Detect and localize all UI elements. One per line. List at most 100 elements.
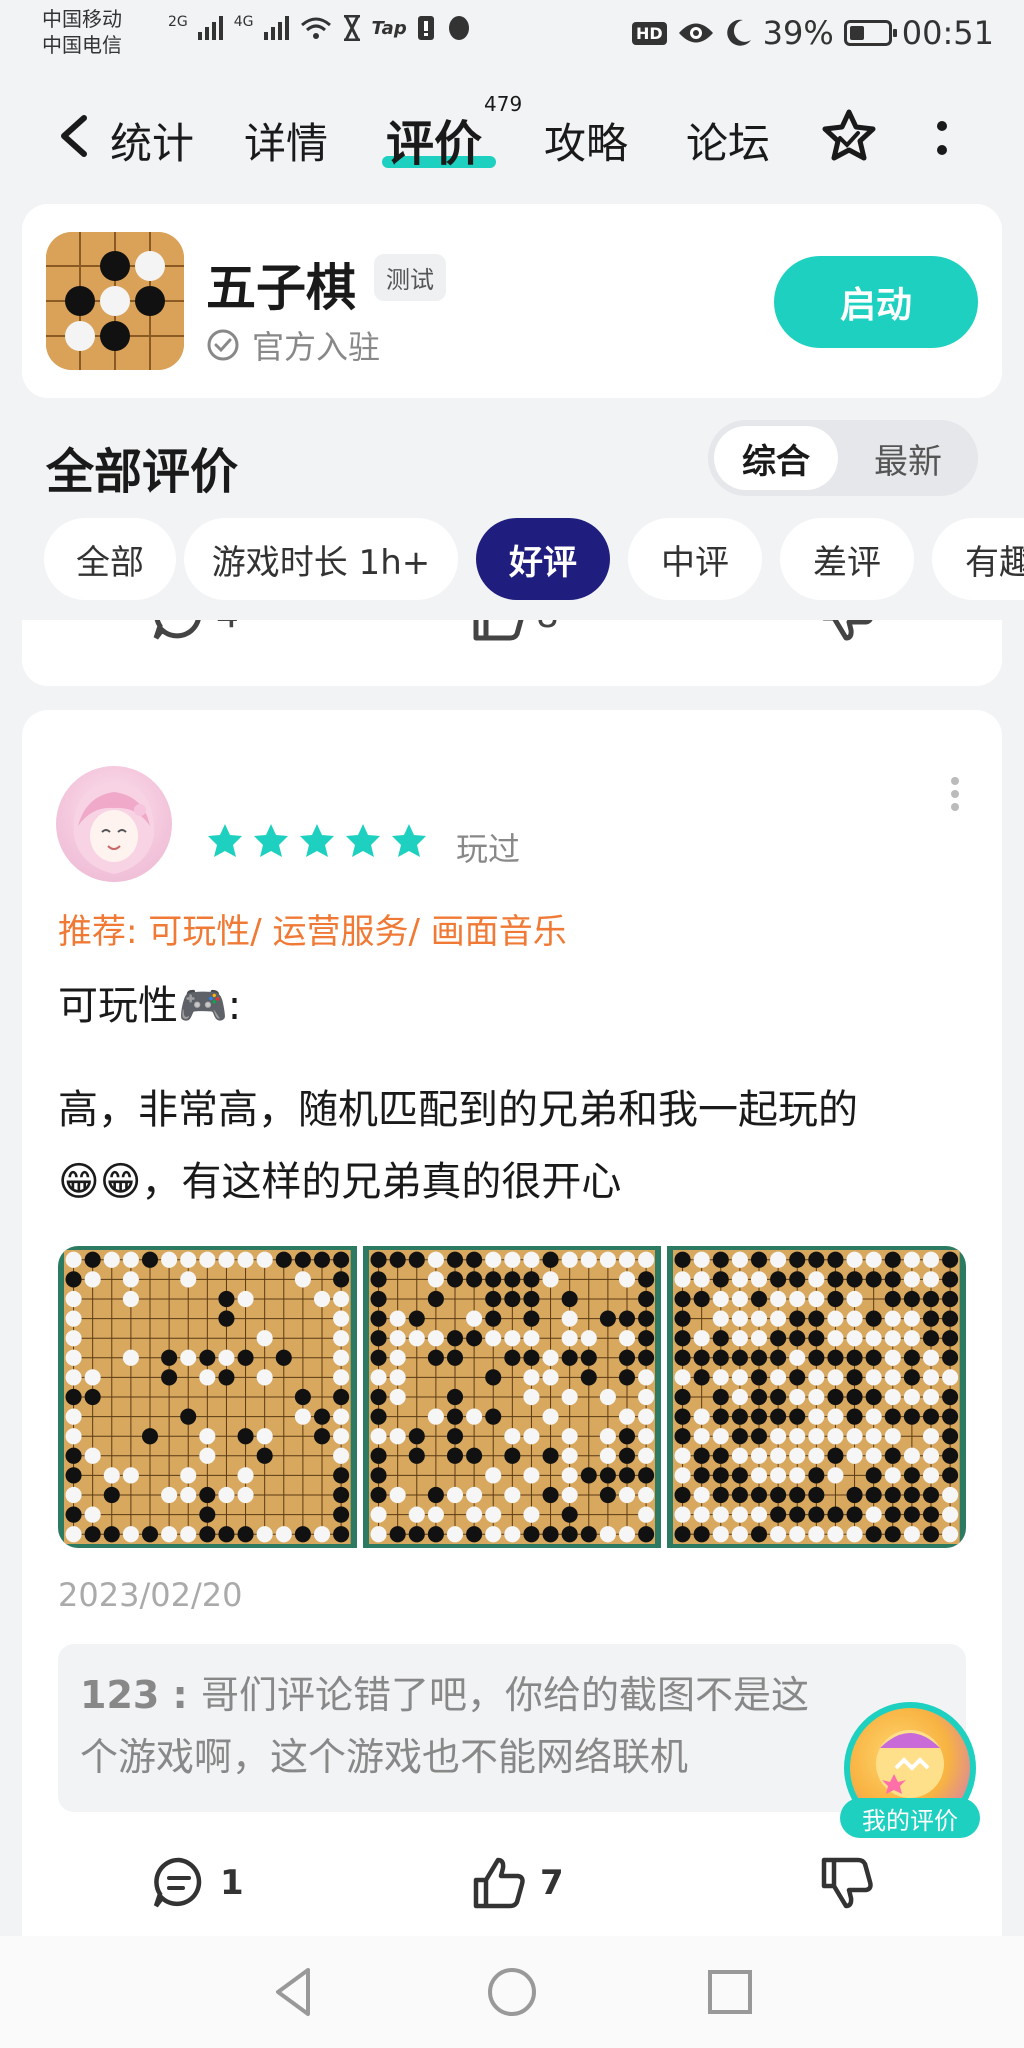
- status-bar: 中国移动 中国电信 2G 4G Tap HD 39% 00:51: [0, 0, 1024, 72]
- gomoku-screenshot-2: [368, 1250, 656, 1544]
- system-navigation-bar: [0, 1936, 1024, 2048]
- played-label: 玩过: [456, 830, 521, 868]
- sort-toggle: 综合 最新: [708, 420, 978, 496]
- wifi-icon: [300, 17, 331, 39]
- comment-button[interactable]: 1: [150, 1854, 244, 1912]
- filter-playtime[interactable]: 游戏时长 1h+: [184, 518, 458, 600]
- carrier-labels: 中国移动 中国电信: [42, 6, 122, 58]
- app-name: 五子棋: [206, 259, 356, 317]
- hourglass-icon: [343, 15, 360, 41]
- reply-username[interactable]: 123 :: [80, 1673, 201, 1717]
- like-button[interactable]: 7: [470, 1854, 564, 1912]
- sort-latest[interactable]: 最新: [846, 426, 970, 490]
- signal-icon: [197, 16, 223, 40]
- thumbs-down-icon: [822, 620, 873, 641]
- app-card: 五子棋 测试 官方入驻 启动: [22, 204, 1002, 398]
- review-text-line-2: 高，非常高，随机匹配到的兄弟和我一起玩的: [58, 1087, 858, 1133]
- eye-icon: [678, 23, 713, 43]
- comment-icon: [153, 620, 201, 640]
- tab-forum[interactable]: 论坛: [686, 110, 770, 171]
- review-images: [58, 1246, 966, 1548]
- prev-dislike-action[interactable]: [818, 620, 876, 644]
- filter-chips: 全部 游戏时长 1h+ 好评 中评 差评 有趣: [0, 518, 1024, 600]
- gomoku-screenshot-1: [64, 1250, 351, 1544]
- star-icon: [208, 824, 242, 857]
- official-verified: 官方入驻: [206, 322, 380, 368]
- prev-like-count: 8: [536, 620, 559, 636]
- all-reviews-title: 全部评价: [46, 444, 239, 500]
- gomoku-app-icon[interactable]: [46, 232, 184, 370]
- reply-text-line-2: 个游戏啊，这个游戏也不能网络联机: [80, 1735, 689, 1779]
- filter-neutral[interactable]: 中评: [628, 518, 762, 600]
- system-recents-icon[interactable]: [702, 1964, 758, 2020]
- filter-positive[interactable]: 好评: [476, 518, 610, 600]
- review-text-line-3: 😁😁，有这样的兄弟真的很开心: [58, 1159, 622, 1205]
- review-more-icon[interactable]: [950, 776, 960, 812]
- anime-avatar-image: [73, 782, 155, 874]
- review-image-2[interactable]: [362, 1246, 662, 1548]
- verified-check-icon: [207, 329, 239, 361]
- review-text-line-1: 可玩性🎮:: [58, 983, 242, 1029]
- recommend-tags: 推荐: 可玩性/ 运营服务/ 画面音乐: [58, 912, 567, 952]
- more-options-icon[interactable]: [936, 118, 948, 158]
- comment-icon: [153, 1857, 202, 1908]
- review-image-3[interactable]: [667, 1246, 966, 1548]
- reviews-count-badge: 479: [484, 92, 523, 116]
- star-icon: [254, 824, 288, 857]
- signal-icon-2: [263, 16, 289, 40]
- launch-button[interactable]: 启动: [774, 256, 978, 348]
- battery-percent: 39%: [762, 14, 834, 52]
- back-arrow-icon[interactable]: [56, 114, 90, 158]
- sort-comprehensive[interactable]: 综合: [714, 426, 838, 490]
- star-icon: [346, 824, 380, 857]
- prev-comment-action[interactable]: 4: [150, 620, 239, 644]
- network-type-2: 4G: [233, 14, 254, 30]
- tab-stats[interactable]: 统计: [110, 110, 194, 171]
- battery-fill: [849, 26, 864, 40]
- my-review-label: 我的评价: [840, 1798, 980, 1838]
- status-icons-left: 2G 4G Tap: [168, 14, 473, 42]
- prev-like-action[interactable]: 8: [470, 620, 559, 644]
- favorite-star-icon[interactable]: [820, 108, 878, 166]
- carrier-1: 中国移动: [42, 7, 122, 31]
- tab-reviews[interactable]: 评价: [386, 104, 482, 174]
- comment-count: 1: [220, 1863, 244, 1903]
- thumbs-up-icon: [473, 1857, 525, 1909]
- rating-stars: [206, 822, 428, 860]
- tab-details[interactable]: 详情: [244, 110, 328, 171]
- prev-comment-count: 4: [216, 620, 239, 636]
- thumbs-up-icon: [473, 620, 524, 641]
- qq-penguin-icon: [448, 16, 469, 40]
- review-image-1[interactable]: [58, 1246, 357, 1548]
- system-home-icon[interactable]: [484, 1964, 540, 2020]
- dislike-button[interactable]: [818, 1854, 876, 1912]
- review-date: 2023/02/20: [58, 1576, 243, 1614]
- previous-review-card: 4 8: [22, 620, 1002, 686]
- filter-negative[interactable]: 差评: [780, 518, 914, 600]
- moon-icon: [726, 19, 751, 46]
- star-icon: [392, 824, 426, 857]
- like-count: 7: [540, 1863, 564, 1903]
- test-badge: 测试: [374, 254, 446, 301]
- clock: 00:51: [901, 14, 994, 52]
- gomoku-board-icon: [46, 232, 184, 370]
- battery-icon: [843, 20, 897, 46]
- sim-alert-icon: [417, 16, 434, 40]
- user-avatar[interactable]: [56, 766, 172, 882]
- status-icons-right: HD 39% 00:51: [631, 14, 994, 52]
- filter-all[interactable]: 全部: [44, 518, 176, 600]
- reply-text-line-1: 哥们评论错了吧，你给的截图不是这: [200, 1673, 809, 1717]
- network-type-1: 2G: [168, 14, 188, 30]
- reply-box[interactable]: 123 : 哥们评论错了吧，你给的截图不是这 个游戏啊，这个游戏也不能网络联机: [58, 1644, 966, 1812]
- my-review-floating-button[interactable]: 我的评价: [840, 1702, 980, 1842]
- star-icon: [300, 824, 334, 857]
- system-back-icon[interactable]: [266, 1964, 322, 2020]
- top-nav: 统计 详情 评价 479 攻略 论坛: [0, 72, 1024, 202]
- hd-icon: HD: [631, 21, 667, 45]
- tab-guides[interactable]: 攻略: [544, 110, 628, 171]
- official-label: 官方入驻: [252, 328, 381, 366]
- gomoku-screenshot-3: [673, 1250, 961, 1544]
- tap-logo: Tap: [371, 17, 407, 39]
- review-actions: 1 7: [22, 1844, 1002, 1924]
- filter-interesting[interactable]: 有趣: [932, 518, 1024, 600]
